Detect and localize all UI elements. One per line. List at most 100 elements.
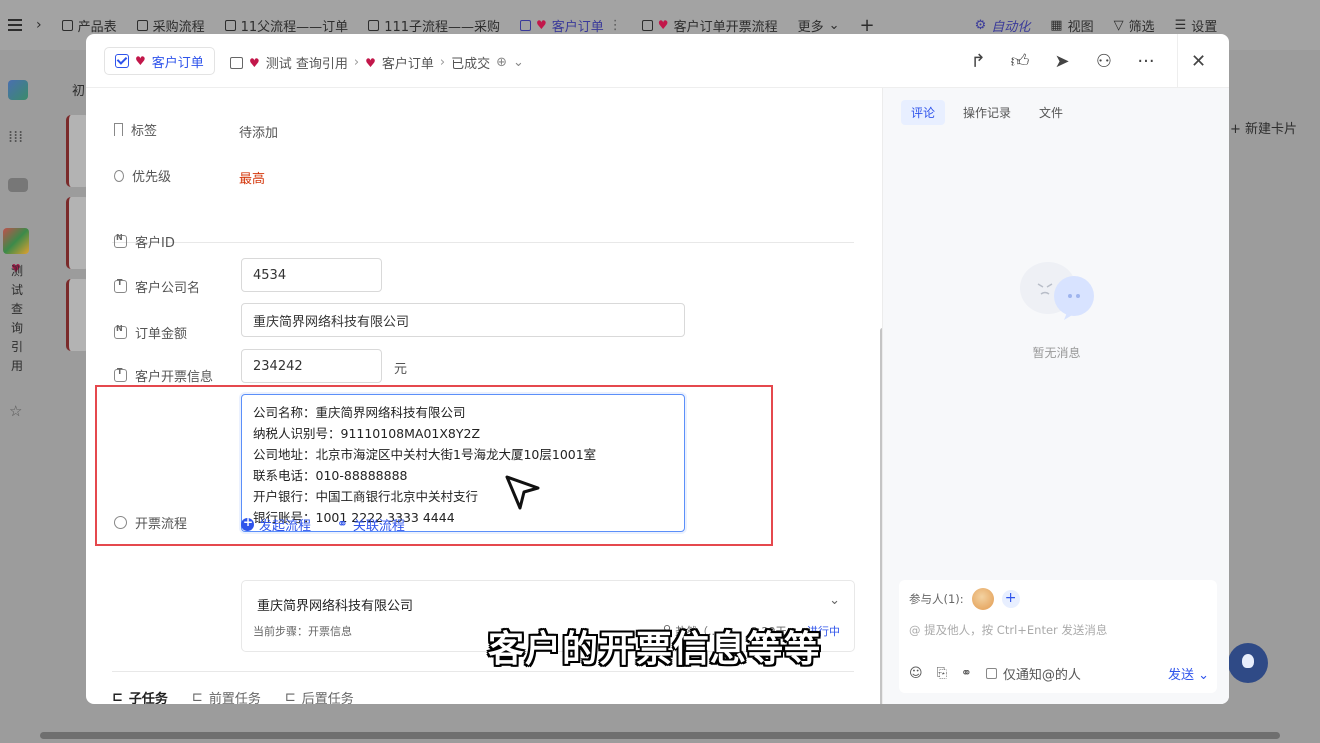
tab-product[interactable]: 产品表 [61,16,117,35]
arrow-circle-icon[interactable]: ⊕ [496,55,507,70]
more-horizontal-icon[interactable]: ··· [1125,34,1167,88]
chevron-down-icon[interactable]: ⌄ [829,593,840,608]
add-tab-icon[interactable]: + [860,15,875,36]
new-card-button[interactable]: + 新建卡片 [1230,118,1297,137]
invoice-info-textarea[interactable]: 公司名称：重庆简界网络科技有限公司 纳税人识别号：91110108MA01X8Y… [241,394,685,532]
video-subtitle: 客户的开票信息等等 [488,629,822,670]
record-fields-panel: 标签 待添加 优先级 最高 客户ID 4534 客户公司名 重庆简界网络科技有限… [86,88,882,704]
table-icon [641,19,653,31]
tab-invoice-flow[interactable]: ♥ 客户订单开票流程 [641,16,778,35]
emoji-icon[interactable]: ☺ [909,666,923,681]
invoice-line: 开户银行：中国工商银行北京中关村支行 [253,489,479,504]
filter-button[interactable]: ▽ 筛选 [1114,16,1155,35]
start-flow-button[interactable]: 发起流程 [241,515,311,534]
tab-customer-order[interactable]: ♥ 客户订单 ⋮ [520,16,622,35]
breadcrumb-stage[interactable]: 已成交 [451,53,490,72]
more-vertical-icon[interactable]: ⋮ [609,18,622,33]
tab-purchase-flow[interactable]: 采购流程 [136,16,205,35]
notify-mentioned-checkbox[interactable]: 仅通知@的人 [985,664,1081,683]
folder-icon[interactable] [8,178,28,192]
chevron-right-icon: › [439,55,446,70]
app-thumbnail-icon[interactable] [3,228,29,254]
priority-value[interactable]: 最高 [239,168,265,187]
tab-more[interactable]: 更多 ⌄ [798,16,840,35]
tab-comments[interactable]: 评论 [901,100,946,125]
header-actions: ↱ 👍︎ ➤ ⚇ ··· ✕ [957,34,1229,88]
current-record-tab[interactable]: ♥ 客户订单 [104,47,215,75]
sliders-icon: ☰ [1174,17,1187,33]
send-button[interactable]: 发送 ⌄ [1168,664,1209,683]
user-settings-icon[interactable]: ⚇ [1083,34,1125,88]
comment-panel: 评论 操作记录 文件 暂无消息 参与人(1): + @ 提及他人，按 Ctrl+… [882,88,1229,704]
cube-icon[interactable] [8,80,28,100]
invoice-line: 纳税人识别号：91110108MA01X8Y2Z [253,426,481,441]
comment-input[interactable]: @ 提及他人，按 Ctrl+Enter 发送消息 [909,622,1107,638]
table-icon [224,19,236,31]
bulb-icon [114,169,124,182]
close-icon[interactable]: ✕ [1177,34,1219,88]
comment-composer: 参与人(1): + @ 提及他人，按 Ctrl+Enter 发送消息 ☺ ⎘ ⚭… [899,580,1217,693]
vertical-app-label: 测试查询引用 [10,264,23,373]
heart-icon: ♥ [536,18,547,32]
tab-predecessors[interactable]: ⊏ 前置任务 [192,688,261,704]
share-icon[interactable]: ↱ [957,34,999,88]
star-icon[interactable]: ☆ [9,402,22,420]
tab-child-flow[interactable]: 111子流程——采购 [368,16,500,35]
chevron-down-icon: ⌄ [828,17,840,33]
modal-header: ♥ 客户订单 ♥ 测试 查询引用 › ♥ 客户订单 › 已成交 ⊕ ⌄ ↱ 👍︎… [86,34,1229,88]
chevron-down-icon[interactable]: ⌄ [513,55,524,70]
tab-successors[interactable]: ⊏ 后置任务 [285,688,354,704]
like-icon[interactable]: 👍︎ [999,34,1041,88]
tag-value[interactable]: 待添加 [239,122,278,141]
breadcrumb-table[interactable]: 客户订单 [382,53,434,72]
link-icon[interactable]: ⚭ [961,666,972,681]
left-rail: ⁞⁞⁞ ♥ ☆ [0,50,40,743]
empty-state-text: 暂无消息 [1032,346,1081,360]
flow-current-step: 当前步骤：开票信息 [253,625,352,638]
tab-subtasks[interactable]: ⊏ 子任务 [112,688,168,704]
attachment-icon[interactable]: ⎘ [937,666,947,681]
flow-icon [114,516,127,529]
send-icon[interactable]: ➤ [1041,34,1083,88]
breadcrumb-app[interactable]: 测试 查询引用 [266,53,348,72]
horizontal-scrollbar[interactable] [40,732,1280,739]
company-name-input[interactable]: 重庆简界网络科技有限公司 [241,303,685,337]
heart-icon: ♥ [365,55,376,70]
menu-icon[interactable] [8,16,22,34]
plus-icon: + [1230,122,1246,137]
chevron-right-icon[interactable]: › [36,17,42,33]
automation-button[interactable]: ⚙ 自动化 [975,16,1031,35]
customer-id-input[interactable]: 4534 [241,258,382,292]
view-button[interactable]: ▦ 视图 [1050,16,1093,35]
grid-icon: ▦ [1050,17,1063,33]
record-detail-modal: ♥ 客户订单 ♥ 测试 查询引用 › ♥ 客户订单 › 已成交 ⊕ ⌄ ↱ 👍︎… [86,34,1229,704]
help-bulb-button[interactable] [1228,643,1268,683]
heart-icon: ♥ [249,55,260,70]
order-amount-input[interactable]: 234242 [241,349,382,383]
amount-unit: 元 [394,362,408,377]
settings-button[interactable]: ☰ 设置 [1175,16,1218,35]
composer-toolbar: ☺ ⎘ ⚭ 仅通知@的人 发送 ⌄ [909,664,1209,683]
task-tabs: ⊏ 子任务 ⊏ 前置任务 ⊏ 后置任务 [112,688,354,704]
tab-activity-log[interactable]: 操作记录 [953,100,1021,125]
invoice-line: 联系电话：010-88888888 [253,468,408,483]
plus-circle-icon [241,515,254,531]
empty-chat-illustration [1020,262,1094,320]
text-field-icon [114,278,127,293]
avatar[interactable] [971,588,994,610]
flow-card-title: 重庆简界网络科技有限公司 [257,599,414,614]
chevron-right-icon: › [353,55,360,70]
checkbox-icon [115,54,129,68]
field-invoice-info: 客户开票信息 [114,366,213,385]
field-priority: 优先级 [114,166,171,185]
bookmark-icon [114,123,123,136]
invoice-line: 公司地址：北京市海淀区中关村大街1号海龙大厦10层1001室 [253,447,597,462]
apps-grid-icon[interactable]: ⁞⁞⁞ [8,128,28,148]
link-flow-button[interactable]: ⚭ 关联流程 [337,515,405,534]
tab-parent-flow[interactable]: 11父流程——订单 [224,16,348,35]
tab-files[interactable]: 文件 [1029,100,1073,125]
number-field-icon [114,324,127,339]
field-company: 客户公司名 [114,277,200,296]
table-icon [520,19,532,31]
add-participant-icon[interactable]: + [1001,590,1020,608]
